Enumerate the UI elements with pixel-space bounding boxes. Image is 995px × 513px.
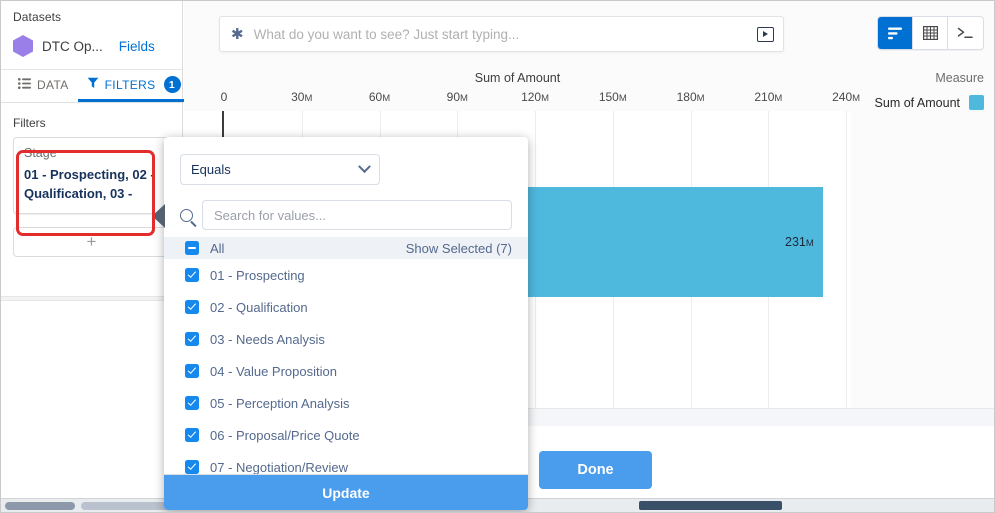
option-checkbox[interactable] [185,332,199,346]
chart-title: Sum of Amount [474,71,561,85]
operator-select[interactable]: Equals [180,154,380,185]
nl-query-bar[interactable]: ✱ What do you want to see? Just start ty… [219,16,784,52]
option-label: 02 - Qualification [210,299,308,315]
update-button[interactable]: Update [164,474,528,510]
value-search-row [180,200,512,230]
saql-view-button[interactable] [948,17,983,49]
x-tick-label: 0 [220,90,228,104]
select-all-checkbox[interactable] [185,241,199,255]
filter-value-option[interactable]: 03 - Needs Analysis [164,323,528,355]
tab-filters[interactable]: FILTERS 1 [77,70,190,102]
filter-value-option[interactable]: 07 - Negotiation/Review [164,451,528,474]
scrollbar-thumb-left[interactable] [5,502,75,510]
dataset-name[interactable]: DTC Op... [42,39,103,54]
x-tick-label: 150M [598,90,627,104]
sidebar-divider [1,296,182,301]
legend-item-label: Sum of Amount [874,95,960,110]
option-label: 06 - Proposal/Price Quote [210,427,360,443]
add-filter-button[interactable]: + [13,227,170,257]
x-tick-label: 60M [368,90,391,104]
sparkle-icon: ✱ [231,25,244,43]
filter-card-field: Stage [24,146,57,160]
option-label: 01 - Prospecting [210,267,305,283]
list-icon [18,77,31,92]
option-checkbox[interactable] [185,460,199,474]
option-checkbox[interactable] [185,428,199,442]
done-button[interactable]: Done [539,451,652,489]
operator-select-value: Equals [191,162,231,177]
sidebar-tabs: DATA FILTERS 1 [1,70,190,103]
filter-value-option[interactable]: 04 - Value Proposition [164,355,528,387]
scrollbar-thumb-right[interactable] [639,501,782,510]
tab-data[interactable]: DATA [9,70,78,102]
option-label: 04 - Value Proposition [210,363,337,379]
dataset-hexagon-icon [13,35,33,57]
option-checkbox[interactable] [185,300,199,314]
search-input[interactable] [202,200,512,230]
search-bar-area: ✱ What do you want to see? Just start ty… [184,1,994,63]
legend-item-sum-of-amount[interactable]: Sum of Amount [875,95,984,110]
chevron-down-icon [358,160,371,174]
tab-data-label: DATA [37,77,69,92]
popup-pointer-nub [152,204,165,228]
select-all-row[interactable]: All Show Selected (7) [164,237,528,259]
option-label: 05 - Perception Analysis [210,395,350,411]
fields-link[interactable]: Fields [119,39,155,54]
tab-filters-label: FILTERS [104,77,156,92]
chart-view-button[interactable] [878,17,913,49]
table-view-button[interactable] [913,17,948,49]
x-axis-tick-labels: 0 30M 60M 90M 120M 150M 180M 210M 240M [184,90,860,108]
option-label: 03 - Needs Analysis [210,331,325,347]
bar-value-label: 231M [785,235,814,249]
filter-value-option[interactable]: 01 - Prospecting [164,259,528,291]
search-icon [180,208,193,222]
nl-query-placeholder[interactable]: What do you want to see? Just start typi… [254,27,747,42]
gridline [846,111,848,408]
datasets-header: Datasets [1,1,182,24]
x-tick-label: 90M [446,90,468,104]
measure-title: Measure [935,71,984,85]
analytics-explorer-window: Datasets DTC Op... Fields DATA FILTERS 1… [0,0,995,513]
filter-value-option[interactable]: 02 - Qualification [164,291,528,323]
x-tick-label: 120M [521,90,550,104]
x-tick-label: 210M [754,90,783,104]
select-all-label: All [210,240,225,256]
funnel-icon [87,77,99,92]
filter-value-list[interactable]: 01 - Prospecting 02 - Qualification 03 - N… [164,259,528,474]
option-checkbox[interactable] [185,396,199,410]
option-checkbox[interactable] [185,364,199,378]
filter-card-values: 01 - Prospecting, 02 - Qualification, 03… [24,167,155,201]
x-tick-label: 180M [676,90,705,104]
run-query-icon[interactable] [757,26,774,42]
option-checkbox[interactable] [185,268,199,282]
filters-count-badge: 1 [163,76,181,93]
filter-card-wrapper: Stage 01 - Prospecting, 02 - Qualificati… [1,137,182,214]
left-sidebar: Datasets DTC Op... Fields DATA FILTERS 1… [1,1,190,500]
option-label: 07 - Negotiation/Review [210,459,349,475]
filter-card-stage[interactable]: Stage 01 - Prospecting, 02 - Qualificati… [13,137,170,214]
filter-value-option[interactable]: 05 - Perception Analysis [164,387,528,419]
measure-legend-panel: Measure Sum of Amount [851,63,994,408]
legend-color-swatch [969,95,984,110]
filter-value-option[interactable]: 06 - Proposal/Price Quote [164,419,528,451]
x-tick-label: 30M [291,90,313,104]
filter-values-popup: Equals All Show Selected (7) 01 - Prospe… [164,137,528,510]
show-selected-link[interactable]: Show Selected (7) [406,241,512,256]
view-toggle-group [877,16,984,50]
datasets-label: Datasets [13,10,62,24]
filters-section-label: Filters [13,116,46,130]
dataset-row[interactable]: DTC Op... Fields [1,24,182,70]
